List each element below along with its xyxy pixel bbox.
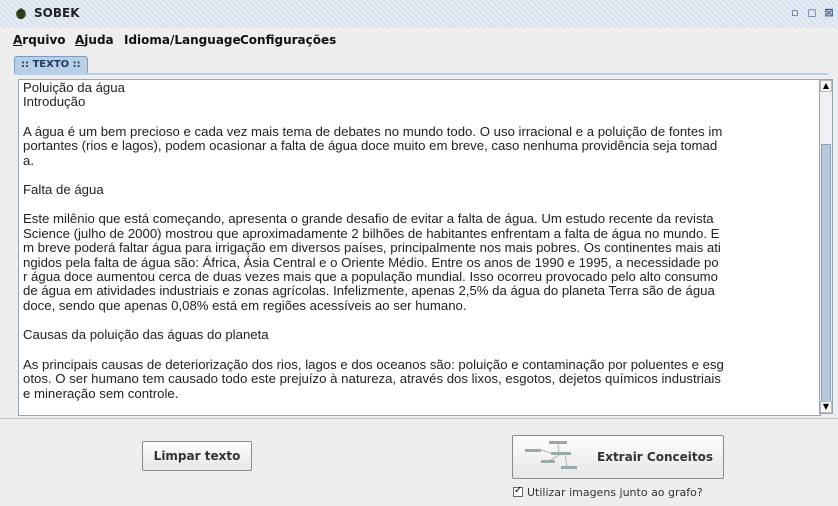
text-content: Poluição da água Introdução A água é um be… (23, 80, 813, 415)
title-bar: SOBEK ▫ ◻ ⊠ (0, 0, 838, 29)
close-icon[interactable]: ⊠ (822, 6, 836, 20)
checkmark-icon: ✓ (514, 485, 523, 496)
menu-idioma-language[interactable]: Idioma/Language (124, 33, 241, 47)
menu-configuracoes[interactable]: Configurações (240, 33, 336, 47)
text-line: otos. O ser humano tem causado todo este… (23, 371, 721, 387)
scroll-thumb[interactable] (821, 144, 831, 402)
text-line: de água em atividades industriais e zona… (23, 283, 715, 299)
text-line: r água doce aumentou cerca de duas vezes… (23, 269, 718, 285)
scroll-down-arrow-icon[interactable]: ▼ (820, 401, 832, 413)
concept-graph-icon (525, 441, 577, 469)
text-line: doce, sendo que apenas 0,08% está em reg… (23, 297, 467, 313)
menu-bar: Arquivo Ajuda Idioma/Language Configuraç… (0, 28, 838, 50)
app-window: SOBEK ▫ ◻ ⊠ Arquivo Ajuda Idioma/Languag… (0, 0, 838, 506)
use-images-label: Utilizar imagens junto ao grafo? (527, 486, 703, 499)
text-line: ngidos pela falta de água são: África, Á… (23, 254, 719, 270)
text-line: A água é um bem precioso e cada vez mais… (23, 123, 723, 139)
extract-concepts-button[interactable]: Extrair Conceitos (512, 435, 724, 479)
vertical-scrollbar[interactable]: ▲ ▼ (819, 79, 833, 414)
bottom-panel: Limpar texto Extrair Conceitos ✓ Utiliza… (0, 418, 838, 506)
text-line: Introdução (23, 94, 86, 110)
tab-panel-border (14, 73, 828, 75)
text-line: m breve poderá faltar água para irrigaçã… (23, 240, 721, 256)
text-line: Science (julho de 2000) mostrou que apro… (23, 225, 720, 241)
use-images-checkbox[interactable]: ✓ (513, 485, 523, 497)
extract-concepts-label: Extrair Conceitos (597, 450, 713, 464)
text-line: As principais causas de deteriorização d… (23, 356, 724, 372)
text-line: Este milênio que está começando, apresen… (23, 211, 714, 227)
maximize-icon[interactable]: ◻ (805, 6, 819, 20)
clear-text-button[interactable]: Limpar texto (142, 441, 252, 471)
minimize-icon[interactable]: ▫ (788, 6, 802, 20)
text-area[interactable]: Poluição da água Introdução A água é um be… (18, 79, 821, 416)
tab-texto[interactable]: :: TEXTO :: (14, 56, 88, 73)
text-line: Causas da poluição das águas do planeta (23, 327, 269, 343)
text-line: portantes (rios e lagos), podem ocasiona… (23, 138, 718, 154)
text-line: a. (23, 152, 34, 168)
app-logo-icon (16, 8, 26, 19)
menu-arquivo[interactable]: Arquivo (13, 33, 66, 47)
text-line: Falta de água (23, 182, 104, 198)
text-line: Poluição da água (23, 80, 125, 95)
scroll-up-arrow-icon[interactable]: ▲ (820, 80, 832, 92)
menu-ajuda[interactable]: Ajuda (75, 33, 114, 47)
window-title: SOBEK (34, 6, 80, 20)
text-line: e mineração sem controle. (23, 385, 179, 401)
